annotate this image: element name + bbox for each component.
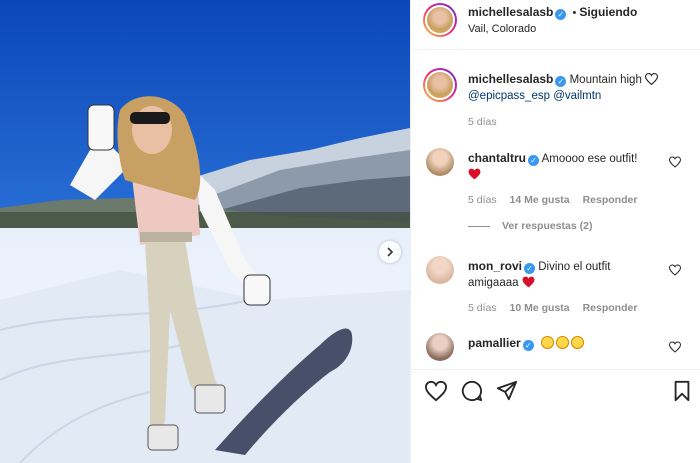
comment-text: Divino el outfit [538,261,611,273]
author-username[interactable]: michellesalasb [468,5,553,19]
following-button[interactable]: Siguiendo [579,5,637,19]
commenter-avatar[interactable] [426,256,454,284]
ski-scene-image [0,0,410,463]
post-panel: michellesalasb ✓ • Siguiendo Vail, Colorad… [410,0,700,463]
like-comment-heart-icon[interactable] [669,156,681,168]
verified-badge-icon: ✓ [524,263,536,274]
next-photo-button[interactable] [379,241,401,263]
bookmark-icon[interactable] [671,380,693,402]
comment-username[interactable]: pamallier [468,336,521,350]
commenter-avatar[interactable] [426,333,454,361]
star-eyes-emoji-icon [555,336,569,349]
comment-likes[interactable]: 14 Me gusta [510,194,570,206]
reply-button[interactable]: Responder [583,302,638,314]
comment-text: Amoooo ese outfit! [541,153,638,165]
comment-time[interactable]: 5 días [468,194,497,206]
view-replies-button[interactable]: Ver respuestas (2) [468,220,592,232]
star-struck-emoji-group [540,336,586,350]
post-header: michellesalasb ✓ • Siguiendo Vail, Colorad… [411,0,700,50]
comments-section: michellesalasb ✓ Mountain high @epicpass_… [411,51,700,368]
post-actions-bar [411,369,700,463]
comment-text-line2: amigaaaa [468,277,519,289]
comment-username[interactable]: mon_rovi [468,259,522,273]
comment-username[interactable]: chantaltru [468,151,526,165]
location-link[interactable]: Vail, Colorado [468,23,536,35]
share-icon[interactable] [496,380,518,402]
commenter-avatar[interactable] [426,148,454,176]
star-eyes-emoji-icon [540,336,554,349]
heart-icon[interactable] [425,380,447,402]
separator-dot: • [572,7,577,19]
reply-button[interactable]: Responder [583,194,638,206]
caption-text: Mountain high [569,74,642,86]
red-heart-emoji-icon [522,276,535,288]
chevron-right-icon [387,247,394,257]
caption-avatar[interactable] [423,68,457,102]
verified-badge-icon: ✓ [555,76,567,87]
post-photo[interactable] [0,0,410,463]
like-comment-heart-icon[interactable] [669,341,681,353]
caption-mentions[interactable]: @epicpass_esp @vailmtn [468,90,601,102]
author-avatar[interactable] [423,3,457,37]
like-comment-heart-icon[interactable] [669,264,681,276]
verified-badge-icon: ✓ [522,340,534,351]
comment-icon[interactable] [461,380,483,402]
heart-emoji-outline-icon [645,73,659,86]
star-eyes-emoji-icon [570,336,584,349]
caption-time[interactable]: 5 días [468,116,497,128]
red-heart-emoji-icon [468,168,481,180]
verified-badge-icon: ✓ [555,9,567,20]
comment-time[interactable]: 5 días [468,302,497,314]
comment-likes[interactable]: 10 Me gusta [510,302,570,314]
caption-username[interactable]: michellesalasb [468,72,553,86]
verified-badge-icon: ✓ [528,155,540,166]
